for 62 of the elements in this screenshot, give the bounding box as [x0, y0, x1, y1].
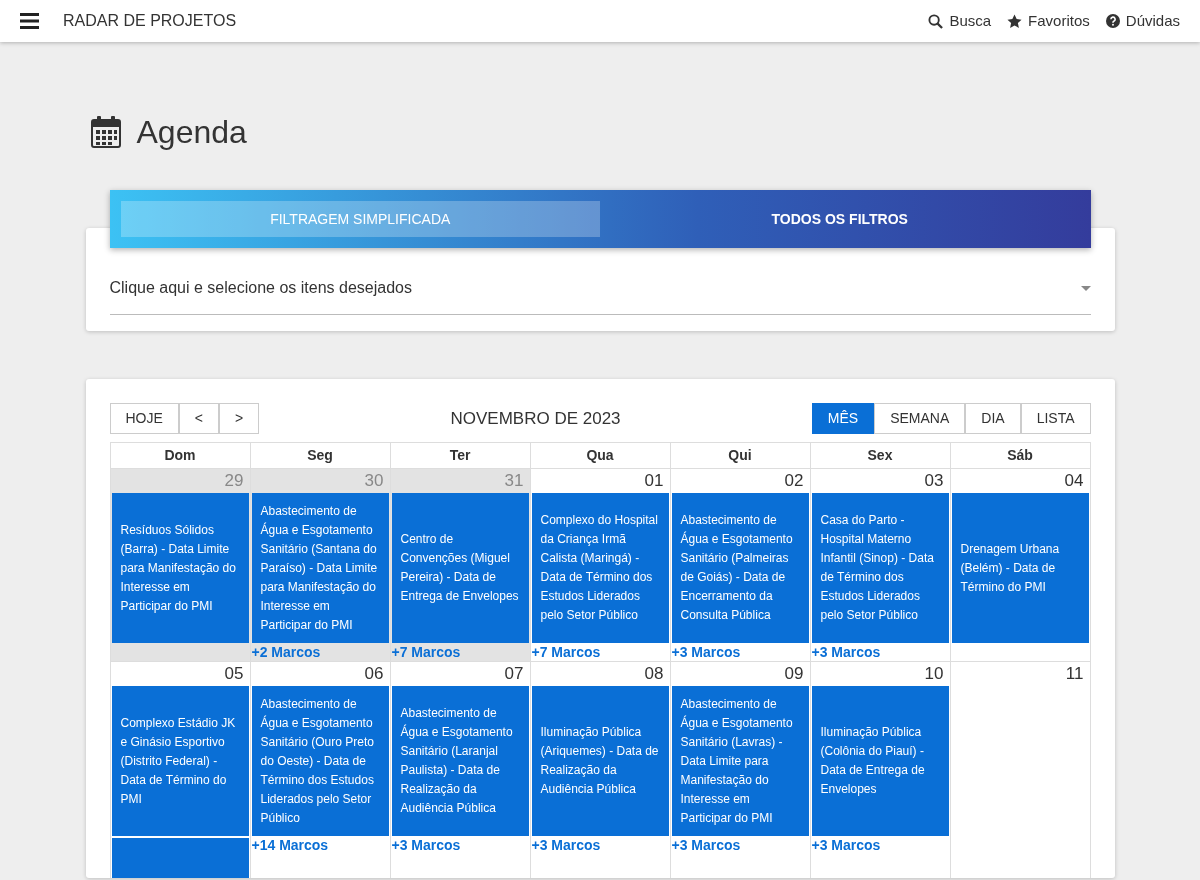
- day-number: 29: [223, 470, 245, 492]
- day-number: 10: [923, 663, 945, 685]
- more-link[interactable]: +7 Marcos: [390, 644, 462, 661]
- calendar-title: NOVEMBRO DE 2023: [450, 407, 621, 430]
- view-button[interactable]: MÊS: [811, 403, 875, 434]
- day-number: 07: [503, 663, 525, 685]
- event[interactable]: Centro de Convenções (Miguel Pereira) - Data de Entrega de Envelopes: [391, 493, 529, 643]
- event[interactable]: Abastecimento de Água e Esgotamento Sanitário (Lavras) - Data Limite para Manifestação do Interesse em Participar do PMI: [671, 686, 809, 836]
- day-number: 30: [363, 470, 385, 492]
- more-link[interactable]: +3 Marcos: [810, 644, 882, 661]
- day-number: 03: [923, 470, 945, 492]
- weekday-header: Sex: [810, 442, 951, 468]
- more-link[interactable]: +2 Marcos: [250, 644, 322, 661]
- event[interactable]: Iluminação Pública (Ariquemes) - Data de Realização da Audiência Pública: [531, 686, 669, 836]
- day-number: 05: [223, 663, 245, 685]
- event[interactable]: Iluminação Pública (Colônia do Piauí) - Data de Entrega de Envelopes: [811, 686, 949, 836]
- event[interactable]: Abastecimento de Água e Esgotamento Sanitário (Santana do Paraíso) - Data Limite para Manifestação do Interesse em Participar do PMI: [251, 493, 389, 643]
- nav-link[interactable]: Dúvidas: [1105, 9, 1180, 33]
- event[interactable]: Complexo do Hospital da Criança Irmã Calista (Maringá) - Data de Término dos Estudos Liderados pelo Setor Público: [531, 493, 669, 643]
- event[interactable]: Abastecimento de Água e Esgotamento Sanitário (Laranjal Paulista) - Data de Realização da Audiência Pública: [391, 686, 529, 836]
- more-link[interactable]: +3 Marcos: [390, 837, 462, 854]
- menu-icon[interactable]: [20, 13, 39, 29]
- more-link[interactable]: +3 Marcos: [670, 837, 742, 854]
- day-number: 11: [1064, 663, 1085, 685]
- day-number: 02: [783, 470, 805, 492]
- day-number: 31: [503, 470, 525, 492]
- more-link[interactable]: +14 Marcos: [250, 837, 330, 854]
- star-icon: [1007, 13, 1023, 29]
- help-icon: [1105, 14, 1120, 28]
- day-number: 04: [1063, 470, 1085, 492]
- caret-icon: [1080, 285, 1091, 291]
- calendar-nav-button[interactable]: <: [178, 403, 220, 434]
- day-number: 06: [363, 663, 385, 685]
- filter-tab[interactable]: TODOS OS FILTROS: [600, 201, 1080, 237]
- page-title: Agenda: [136, 113, 247, 152]
- more-link[interactable]: +7 Marcos: [530, 644, 602, 661]
- more-link[interactable]: +3 Marcos: [810, 837, 882, 854]
- calendar-nav-button[interactable]: >: [219, 403, 260, 434]
- day-number: 01: [643, 470, 665, 492]
- view-button[interactable]: LISTA: [1020, 403, 1091, 434]
- event[interactable]: Resíduos Sólidos (Barra) - Data Limite para Manifestação do Interesse em Participar do PMI: [111, 493, 249, 643]
- event[interactable]: Abastecimento de Água e Esgotamento Sanitário (Palmeiras de Goiás) - Data de Encerramento da Consulta Pública: [671, 493, 809, 643]
- search-icon: [928, 13, 944, 29]
- nav-link[interactable]: Favoritos: [1007, 9, 1090, 33]
- event[interactable]: Drenagem Urbana (Belém) - Data de Término do PMI: [951, 493, 1089, 643]
- event[interactable]: Casa do Parto - Hospital Materno Infantil (Sinop) - Data de Término dos Estudos Liderados pelo Setor Público: [811, 493, 949, 643]
- app-title: RADAR DE PROJETOS: [63, 11, 237, 31]
- view-button[interactable]: SEMANA: [874, 403, 966, 434]
- event[interactable]: Complexo Estádio JK e Ginásio Esportivo (Distrito Federal) - Data de Término do PMI: [111, 686, 249, 836]
- calendar-icon: [90, 116, 121, 148]
- nav-link[interactable]: Busca: [928, 9, 992, 33]
- day-number: 08: [643, 663, 665, 685]
- weekday-header: Qua: [530, 442, 671, 468]
- day-number: 09: [783, 663, 805, 685]
- calendar-nav-button[interactable]: HOJE: [109, 403, 179, 434]
- event[interactable]: Abastecimento de Água e Esgotamento Sanitário (Ouro Preto do Oeste) - Data de Término dos Estudos Liderados pelo Setor Público: [251, 686, 389, 836]
- more-link[interactable]: +3 Marcos: [670, 644, 742, 661]
- select-field[interactable]: Clique aqui e selecione os itens desejados: [109, 264, 1091, 315]
- more-link[interactable]: +3 Marcos: [530, 837, 602, 854]
- view-button[interactable]: DIA: [965, 403, 1021, 434]
- weekday-header: Sáb: [950, 442, 1091, 468]
- weekday-header: Qui: [670, 442, 811, 468]
